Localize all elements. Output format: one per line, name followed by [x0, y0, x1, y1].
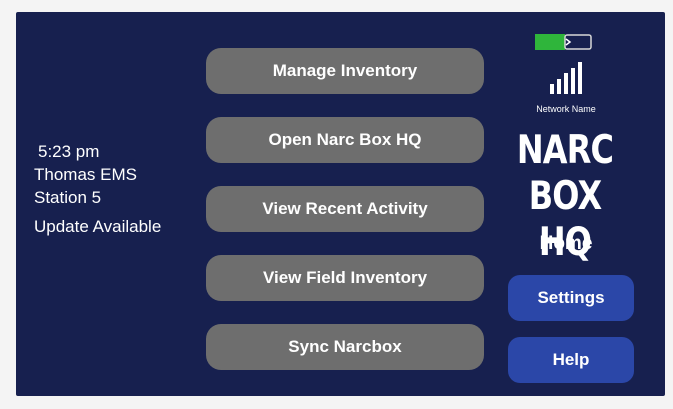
battery-icon	[535, 34, 592, 50]
clock: 5:23 pm	[38, 142, 100, 161]
help-button[interactable]: Help	[508, 337, 634, 383]
settings-button[interactable]: Settings	[508, 275, 634, 321]
logo-line-1: NARC	[516, 128, 614, 173]
station-name: Station 5	[34, 188, 102, 207]
sync-narcbox-button[interactable]: Sync Narcbox	[206, 324, 484, 370]
view-recent-activity-button[interactable]: View Recent Activity	[206, 186, 484, 232]
network-name: Network Name	[536, 104, 596, 114]
status-info: 5:23 pm Thomas EMS Station 5 Update Avai…	[34, 140, 161, 238]
open-narc-box-hq-button[interactable]: Open Narc Box HQ	[206, 117, 484, 163]
home-screen: 5:23 pm Thomas EMS Station 5 Update Avai…	[16, 12, 665, 396]
signal-strength-icon	[550, 62, 582, 94]
manage-inventory-button[interactable]: Manage Inventory	[206, 48, 484, 94]
view-field-inventory-button[interactable]: View Field Inventory	[206, 255, 484, 301]
page-title: Home	[539, 233, 593, 254]
organization-name: Thomas EMS	[34, 165, 137, 184]
update-status: Update Available	[34, 217, 162, 236]
